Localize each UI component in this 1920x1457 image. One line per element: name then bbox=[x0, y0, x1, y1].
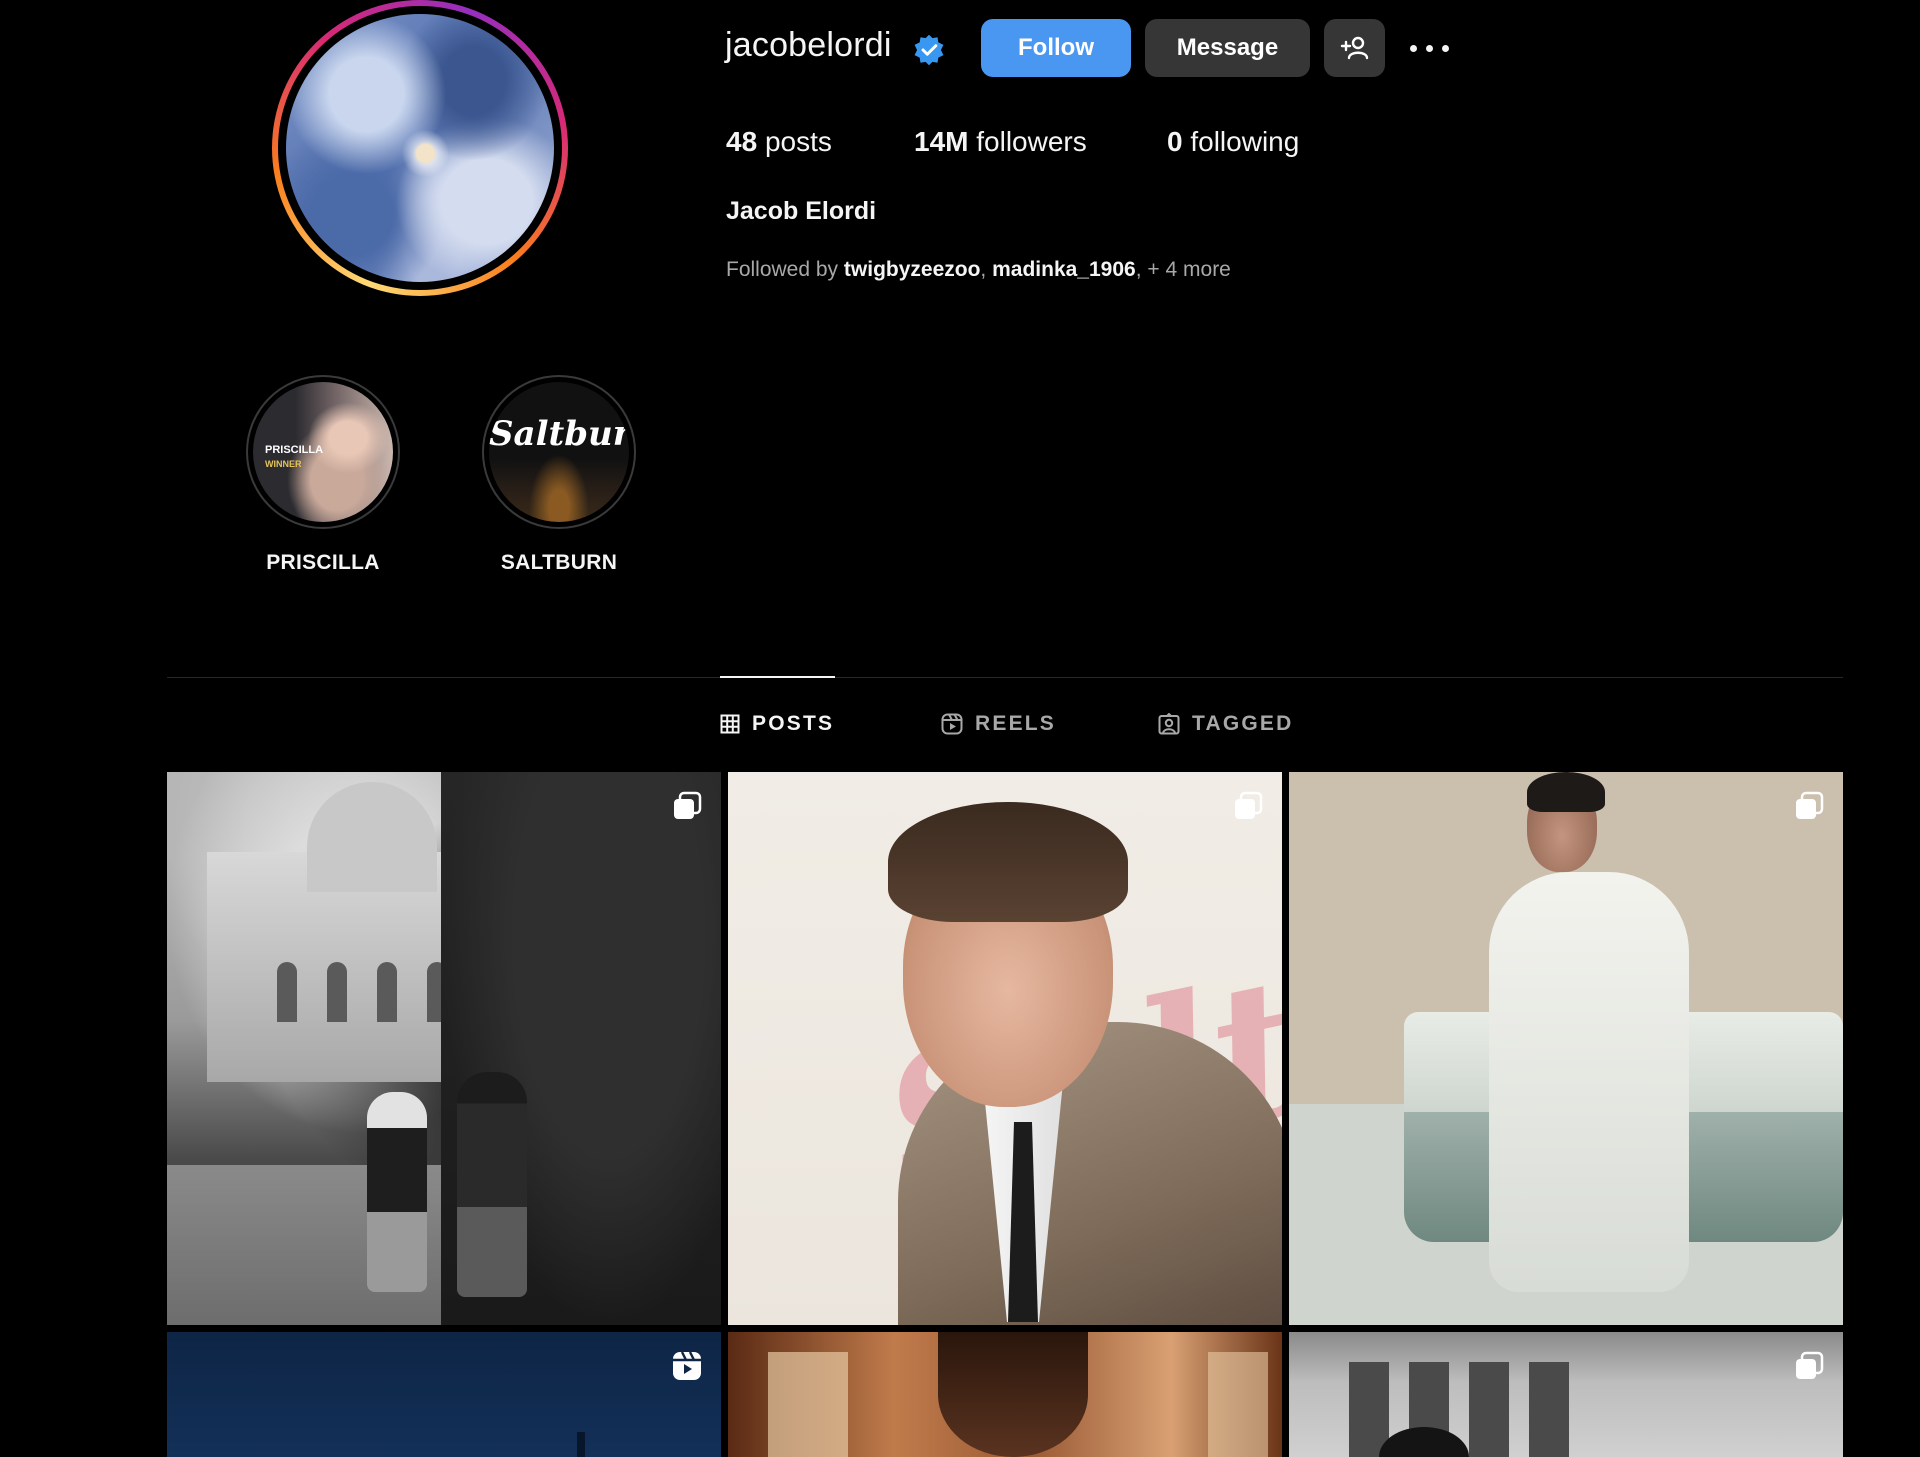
suggested-accounts-button[interactable] bbox=[1324, 19, 1385, 77]
tab-reels[interactable]: REELS bbox=[941, 712, 1056, 736]
more-followers-link[interactable]: + 4 more bbox=[1147, 258, 1230, 281]
highlight-priscilla[interactable]: PRISCILLA WINNER PRISCILLA bbox=[246, 375, 400, 575]
tabs-divider bbox=[167, 677, 1843, 678]
grid-icon bbox=[720, 714, 740, 734]
following-count-stat[interactable]: 0 following bbox=[1167, 126, 1299, 158]
highlight-label: SALTBURN bbox=[500, 551, 618, 574]
post-thumbnail[interactable] bbox=[728, 1332, 1282, 1457]
mutual-follower-link[interactable]: twigbyzeezoo bbox=[844, 258, 981, 281]
post-thumbnail[interactable] bbox=[1289, 1332, 1843, 1457]
profile-full-name: Jacob Elordi bbox=[726, 197, 877, 225]
active-tab-indicator bbox=[720, 676, 835, 678]
post-thumbnail[interactable] bbox=[1289, 772, 1843, 1325]
tagged-icon bbox=[1158, 713, 1180, 735]
post-thumbnail[interactable] bbox=[167, 772, 721, 1325]
carousel-icon bbox=[674, 791, 702, 819]
reels-icon bbox=[941, 713, 963, 735]
carousel-icon bbox=[1235, 791, 1263, 819]
posts-count-stat: 48 posts bbox=[726, 126, 832, 157]
highlight-cover: Saltburn bbox=[489, 382, 629, 522]
profile-avatar-ring[interactable] bbox=[272, 0, 568, 296]
reel-icon bbox=[673, 1351, 701, 1380]
highlight-cover: PRISCILLA WINNER bbox=[253, 382, 393, 522]
follow-button[interactable]: Follow bbox=[981, 19, 1131, 77]
profile-page: jacobelordi Follow Message 48 posts 14M … bbox=[0, 0, 1920, 1457]
highlight-label: PRISCILLA bbox=[266, 551, 380, 574]
carousel-icon bbox=[1796, 791, 1824, 819]
avatar bbox=[286, 14, 554, 282]
post-thumbnail[interactable] bbox=[167, 1332, 721, 1457]
message-button[interactable]: Message bbox=[1145, 19, 1310, 77]
highlight-saltburn[interactable]: Saltburn SALTBURN bbox=[482, 375, 636, 575]
verified-badge-icon bbox=[914, 34, 944, 66]
mutual-follower-link[interactable]: madinka_1906 bbox=[992, 258, 1136, 281]
post-thumbnail[interactable]: Saltburn bbox=[728, 772, 1282, 1325]
carousel-icon bbox=[1796, 1351, 1824, 1379]
followed-by-line[interactable]: Followed by twigbyzeezoo, madinka_1906, … bbox=[726, 258, 1231, 282]
more-options-icon[interactable] bbox=[1408, 34, 1452, 64]
add-person-icon bbox=[1340, 36, 1369, 60]
tab-tagged[interactable]: TAGGED bbox=[1158, 712, 1293, 736]
tab-posts[interactable]: POSTS bbox=[720, 712, 834, 736]
profile-username: jacobelordi bbox=[725, 26, 892, 64]
followers-count-stat[interactable]: 14M followers bbox=[914, 126, 1087, 158]
